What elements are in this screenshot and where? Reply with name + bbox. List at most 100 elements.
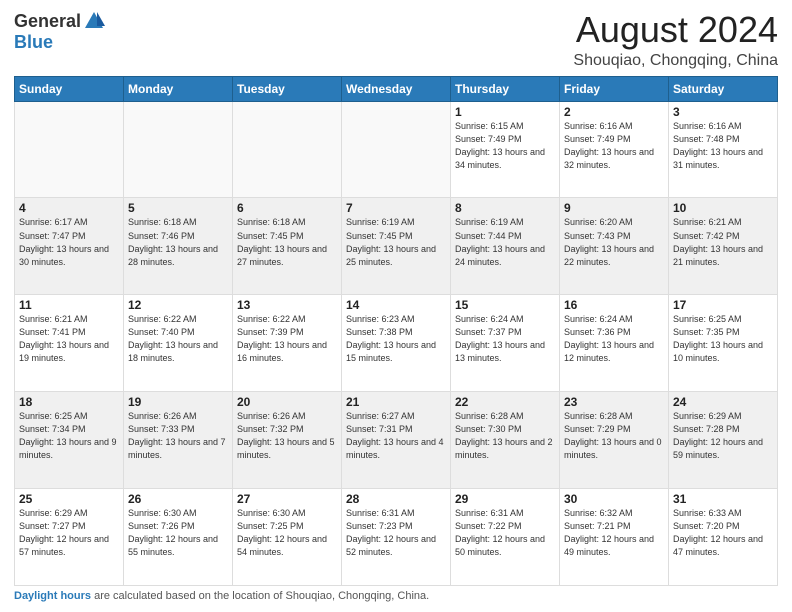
weekday-header-row: SundayMondayTuesdayWednesdayThursdayFrid…	[15, 76, 778, 101]
day-info: Sunrise: 6:19 AM Sunset: 7:44 PM Dayligh…	[455, 216, 555, 268]
day-number: 23	[564, 395, 664, 409]
calendar-cell: 31Sunrise: 6:33 AM Sunset: 7:20 PM Dayli…	[669, 489, 778, 586]
calendar-cell: 7Sunrise: 6:19 AM Sunset: 7:45 PM Daylig…	[342, 198, 451, 295]
calendar-cell: 14Sunrise: 6:23 AM Sunset: 7:38 PM Dayli…	[342, 295, 451, 392]
day-number: 8	[455, 201, 555, 215]
calendar-cell	[124, 101, 233, 198]
calendar-cell: 30Sunrise: 6:32 AM Sunset: 7:21 PM Dayli…	[560, 489, 669, 586]
calendar-cell: 6Sunrise: 6:18 AM Sunset: 7:45 PM Daylig…	[233, 198, 342, 295]
calendar-cell: 3Sunrise: 6:16 AM Sunset: 7:48 PM Daylig…	[669, 101, 778, 198]
calendar-cell: 21Sunrise: 6:27 AM Sunset: 7:31 PM Dayli…	[342, 392, 451, 489]
calendar-cell	[233, 101, 342, 198]
day-info: Sunrise: 6:20 AM Sunset: 7:43 PM Dayligh…	[564, 216, 664, 268]
calendar-week-2: 4Sunrise: 6:17 AM Sunset: 7:47 PM Daylig…	[15, 198, 778, 295]
calendar-cell: 13Sunrise: 6:22 AM Sunset: 7:39 PM Dayli…	[233, 295, 342, 392]
day-number: 30	[564, 492, 664, 506]
calendar-cell: 10Sunrise: 6:21 AM Sunset: 7:42 PM Dayli…	[669, 198, 778, 295]
day-info: Sunrise: 6:31 AM Sunset: 7:22 PM Dayligh…	[455, 507, 555, 559]
calendar-cell: 17Sunrise: 6:25 AM Sunset: 7:35 PM Dayli…	[669, 295, 778, 392]
day-info: Sunrise: 6:23 AM Sunset: 7:38 PM Dayligh…	[346, 313, 446, 365]
day-info: Sunrise: 6:28 AM Sunset: 7:30 PM Dayligh…	[455, 410, 555, 462]
day-number: 18	[19, 395, 119, 409]
calendar-cell: 5Sunrise: 6:18 AM Sunset: 7:46 PM Daylig…	[124, 198, 233, 295]
day-info: Sunrise: 6:18 AM Sunset: 7:46 PM Dayligh…	[128, 216, 228, 268]
weekday-header-saturday: Saturday	[669, 76, 778, 101]
calendar-cell: 24Sunrise: 6:29 AM Sunset: 7:28 PM Dayli…	[669, 392, 778, 489]
calendar-cell: 25Sunrise: 6:29 AM Sunset: 7:27 PM Dayli…	[15, 489, 124, 586]
day-number: 14	[346, 298, 446, 312]
day-number: 20	[237, 395, 337, 409]
day-info: Sunrise: 6:27 AM Sunset: 7:31 PM Dayligh…	[346, 410, 446, 462]
day-info: Sunrise: 6:28 AM Sunset: 7:29 PM Dayligh…	[564, 410, 664, 462]
day-number: 4	[19, 201, 119, 215]
day-number: 29	[455, 492, 555, 506]
day-number: 22	[455, 395, 555, 409]
calendar-cell: 1Sunrise: 6:15 AM Sunset: 7:49 PM Daylig…	[451, 101, 560, 198]
logo: General Blue	[14, 10, 105, 53]
day-info: Sunrise: 6:26 AM Sunset: 7:32 PM Dayligh…	[237, 410, 337, 462]
day-info: Sunrise: 6:32 AM Sunset: 7:21 PM Dayligh…	[564, 507, 664, 559]
calendar-cell: 2Sunrise: 6:16 AM Sunset: 7:49 PM Daylig…	[560, 101, 669, 198]
day-number: 24	[673, 395, 773, 409]
day-info: Sunrise: 6:29 AM Sunset: 7:27 PM Dayligh…	[19, 507, 119, 559]
day-info: Sunrise: 6:29 AM Sunset: 7:28 PM Dayligh…	[673, 410, 773, 462]
day-info: Sunrise: 6:33 AM Sunset: 7:20 PM Dayligh…	[673, 507, 773, 559]
month-title: August 2024	[573, 10, 778, 50]
title-block: August 2024 Shouqiao, Chongqing, China	[573, 10, 778, 70]
day-number: 2	[564, 105, 664, 119]
day-info: Sunrise: 6:25 AM Sunset: 7:35 PM Dayligh…	[673, 313, 773, 365]
calendar-cell: 16Sunrise: 6:24 AM Sunset: 7:36 PM Dayli…	[560, 295, 669, 392]
day-number: 5	[128, 201, 228, 215]
weekday-header-wednesday: Wednesday	[342, 76, 451, 101]
page: General Blue August 2024 Shouqiao, Chong…	[0, 0, 792, 612]
location-title: Shouqiao, Chongqing, China	[573, 52, 778, 70]
day-info: Sunrise: 6:24 AM Sunset: 7:36 PM Dayligh…	[564, 313, 664, 365]
calendar-cell	[342, 101, 451, 198]
day-number: 16	[564, 298, 664, 312]
day-info: Sunrise: 6:21 AM Sunset: 7:41 PM Dayligh…	[19, 313, 119, 365]
calendar-cell: 23Sunrise: 6:28 AM Sunset: 7:29 PM Dayli…	[560, 392, 669, 489]
calendar-cell: 18Sunrise: 6:25 AM Sunset: 7:34 PM Dayli…	[15, 392, 124, 489]
day-info: Sunrise: 6:15 AM Sunset: 7:49 PM Dayligh…	[455, 120, 555, 172]
calendar-week-3: 11Sunrise: 6:21 AM Sunset: 7:41 PM Dayli…	[15, 295, 778, 392]
day-number: 7	[346, 201, 446, 215]
day-info: Sunrise: 6:21 AM Sunset: 7:42 PM Dayligh…	[673, 216, 773, 268]
calendar-cell: 9Sunrise: 6:20 AM Sunset: 7:43 PM Daylig…	[560, 198, 669, 295]
calendar-cell: 22Sunrise: 6:28 AM Sunset: 7:30 PM Dayli…	[451, 392, 560, 489]
day-info: Sunrise: 6:24 AM Sunset: 7:37 PM Dayligh…	[455, 313, 555, 365]
day-number: 3	[673, 105, 773, 119]
day-info: Sunrise: 6:19 AM Sunset: 7:45 PM Dayligh…	[346, 216, 446, 268]
day-number: 12	[128, 298, 228, 312]
calendar-cell: 11Sunrise: 6:21 AM Sunset: 7:41 PM Dayli…	[15, 295, 124, 392]
calendar-week-1: 1Sunrise: 6:15 AM Sunset: 7:49 PM Daylig…	[15, 101, 778, 198]
day-info: Sunrise: 6:30 AM Sunset: 7:25 PM Dayligh…	[237, 507, 337, 559]
day-number: 19	[128, 395, 228, 409]
header: General Blue August 2024 Shouqiao, Chong…	[14, 10, 778, 70]
day-number: 13	[237, 298, 337, 312]
day-number: 10	[673, 201, 773, 215]
day-info: Sunrise: 6:31 AM Sunset: 7:23 PM Dayligh…	[346, 507, 446, 559]
footer-text: are calculated based on the location of …	[91, 590, 429, 602]
calendar-cell: 28Sunrise: 6:31 AM Sunset: 7:23 PM Dayli…	[342, 489, 451, 586]
calendar-cell: 4Sunrise: 6:17 AM Sunset: 7:47 PM Daylig…	[15, 198, 124, 295]
calendar-cell: 27Sunrise: 6:30 AM Sunset: 7:25 PM Dayli…	[233, 489, 342, 586]
weekday-header-friday: Friday	[560, 76, 669, 101]
day-number: 21	[346, 395, 446, 409]
logo-blue-text: Blue	[14, 32, 53, 53]
day-info: Sunrise: 6:18 AM Sunset: 7:45 PM Dayligh…	[237, 216, 337, 268]
calendar-cell	[15, 101, 124, 198]
day-number: 31	[673, 492, 773, 506]
weekday-header-monday: Monday	[124, 76, 233, 101]
day-info: Sunrise: 6:26 AM Sunset: 7:33 PM Dayligh…	[128, 410, 228, 462]
day-info: Sunrise: 6:16 AM Sunset: 7:49 PM Dayligh…	[564, 120, 664, 172]
day-number: 11	[19, 298, 119, 312]
day-info: Sunrise: 6:17 AM Sunset: 7:47 PM Dayligh…	[19, 216, 119, 268]
logo-general-text: General	[14, 11, 81, 32]
day-info: Sunrise: 6:22 AM Sunset: 7:39 PM Dayligh…	[237, 313, 337, 365]
calendar-cell: 29Sunrise: 6:31 AM Sunset: 7:22 PM Dayli…	[451, 489, 560, 586]
weekday-header-thursday: Thursday	[451, 76, 560, 101]
footer: Daylight hours are calculated based on t…	[14, 590, 778, 602]
day-number: 25	[19, 492, 119, 506]
weekday-header-tuesday: Tuesday	[233, 76, 342, 101]
calendar-table: SundayMondayTuesdayWednesdayThursdayFrid…	[14, 76, 778, 586]
